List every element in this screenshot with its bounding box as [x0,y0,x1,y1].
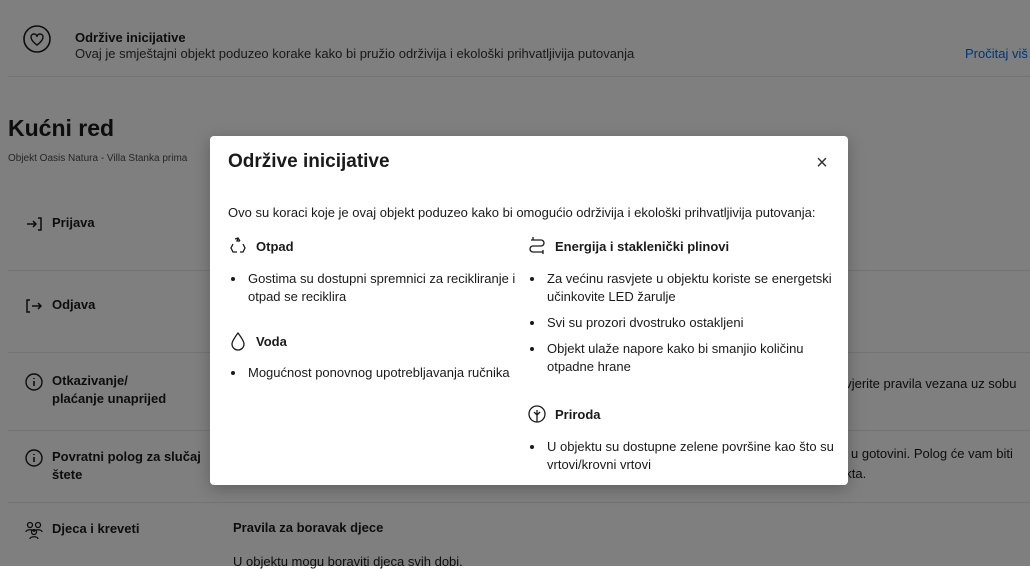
section-waste-title: Otpad [228,236,294,256]
modal-intro: Ovo su koraci koje je ovaj objekt poduze… [228,205,816,220]
modal-title: Održive inicijative [228,151,390,172]
section-energy-title: Energija i staklenički plinovi [527,236,729,256]
section-nature-title: Priroda [527,404,601,424]
list-item: Za većinu rasvjete u objektu koriste se … [545,270,840,306]
recycle-icon [230,237,246,253]
leaf-icon [528,405,546,423]
list-item: Objekt ulaže napore kako bi smanjio koli… [545,340,840,376]
section-title-text: Voda [256,333,287,349]
close-button[interactable]: × [810,151,834,175]
section-title-text: Energija i staklenički plinovi [555,238,730,254]
sustainability-modal: Održive inicijative × Ovo su koraci koje… [210,136,848,485]
section-water-title: Voda [228,331,287,351]
section-title-text: Otpad [256,238,294,254]
water-list: Mogućnost ponovnog upotrebljavanja ručni… [228,364,516,390]
list-item: Mogućnost ponovnog upotrebljavanja ručni… [246,364,516,382]
list-item: Gostima su dostupni spremnici za recikli… [246,270,536,306]
energy-icon [529,237,545,254]
list-item: Svi su prozori dvostruko ostakljeni [545,314,840,332]
list-item: U objektu su dostupne zelene površine ka… [545,438,835,474]
energy-list: Za većinu rasvjete u objektu koriste se … [527,270,840,384]
nature-list: U objektu su dostupne zelene površine ka… [527,438,835,482]
waste-list: Gostima su dostupni spremnici za recikli… [228,270,536,314]
water-drop-icon [231,331,245,351]
section-title-text: Priroda [555,406,601,422]
